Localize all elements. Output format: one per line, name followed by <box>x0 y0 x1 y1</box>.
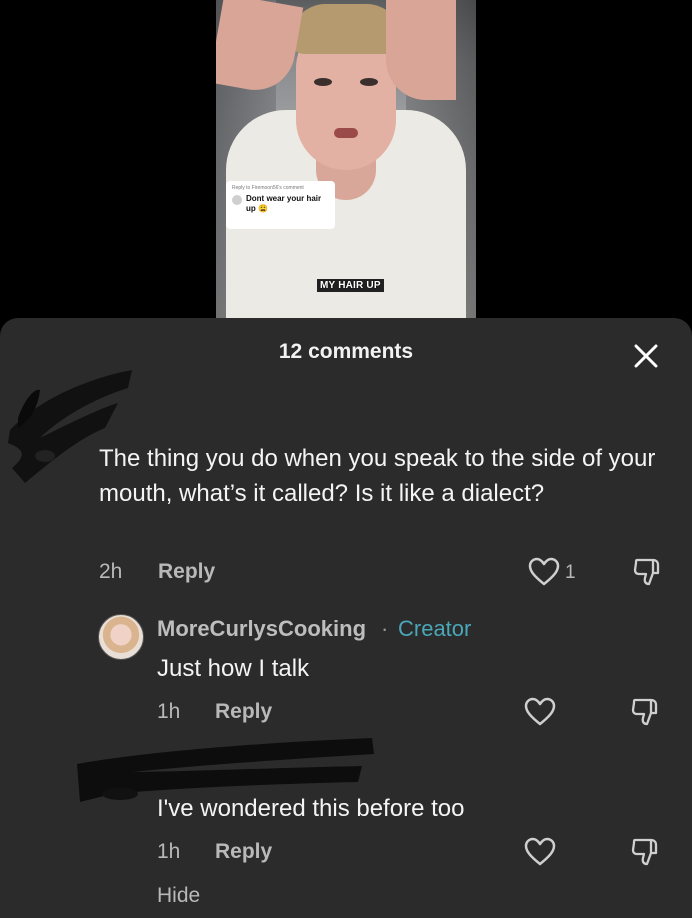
video-preview[interactable] <box>216 0 476 318</box>
reply-card-avatar <box>232 195 242 205</box>
dislike-icon[interactable] <box>631 836 661 868</box>
comments-sheet: 12 comments The thing you do when you sp… <box>0 318 692 918</box>
close-icon[interactable] <box>632 342 660 370</box>
like-count: 1 <box>565 562 576 583</box>
heart-icon[interactable] <box>524 837 556 867</box>
reply-card-heading: Reply to Firemoon56's comment <box>232 185 304 191</box>
reply-button[interactable]: Reply <box>158 560 215 584</box>
comment-text: The thing you do when you speak to the s… <box>99 445 656 507</box>
video-caption: MY HAIR UP <box>317 279 384 292</box>
comment-timestamp: 1h <box>157 700 181 723</box>
reply-button[interactable]: Reply <box>215 700 272 724</box>
author-separator: · <box>381 616 389 641</box>
hide-replies-button[interactable]: Hide <box>157 884 200 908</box>
comment-timestamp: 1h <box>157 840 181 863</box>
reply-card-text: Dont wear your hair up 😩 <box>246 194 329 214</box>
heart-icon[interactable] <box>528 557 560 587</box>
reply-to-comment-card[interactable]: Reply to Firemoon56's comment Dont wear … <box>226 181 335 229</box>
dislike-icon[interactable] <box>633 556 663 588</box>
comment-text: I've wondered this before too <box>157 795 465 822</box>
heart-icon[interactable] <box>524 697 556 727</box>
dislike-icon[interactable] <box>631 696 661 728</box>
video-person-eye <box>314 78 332 86</box>
video-person-arm <box>216 0 304 97</box>
avatar[interactable] <box>98 614 144 660</box>
reply-card-emoji: 😩 <box>258 204 268 213</box>
video-person-arm <box>386 0 456 100</box>
comment-timestamp: 2h <box>99 560 123 583</box>
video-person-mouth <box>334 128 358 138</box>
comment-author[interactable]: MoreCurlysCooking <box>157 616 366 642</box>
reply-button[interactable]: Reply <box>215 840 272 864</box>
creator-badge: Creator <box>398 616 472 641</box>
video-person-eye <box>360 78 378 86</box>
comment-text: Just how I talk <box>157 655 310 682</box>
